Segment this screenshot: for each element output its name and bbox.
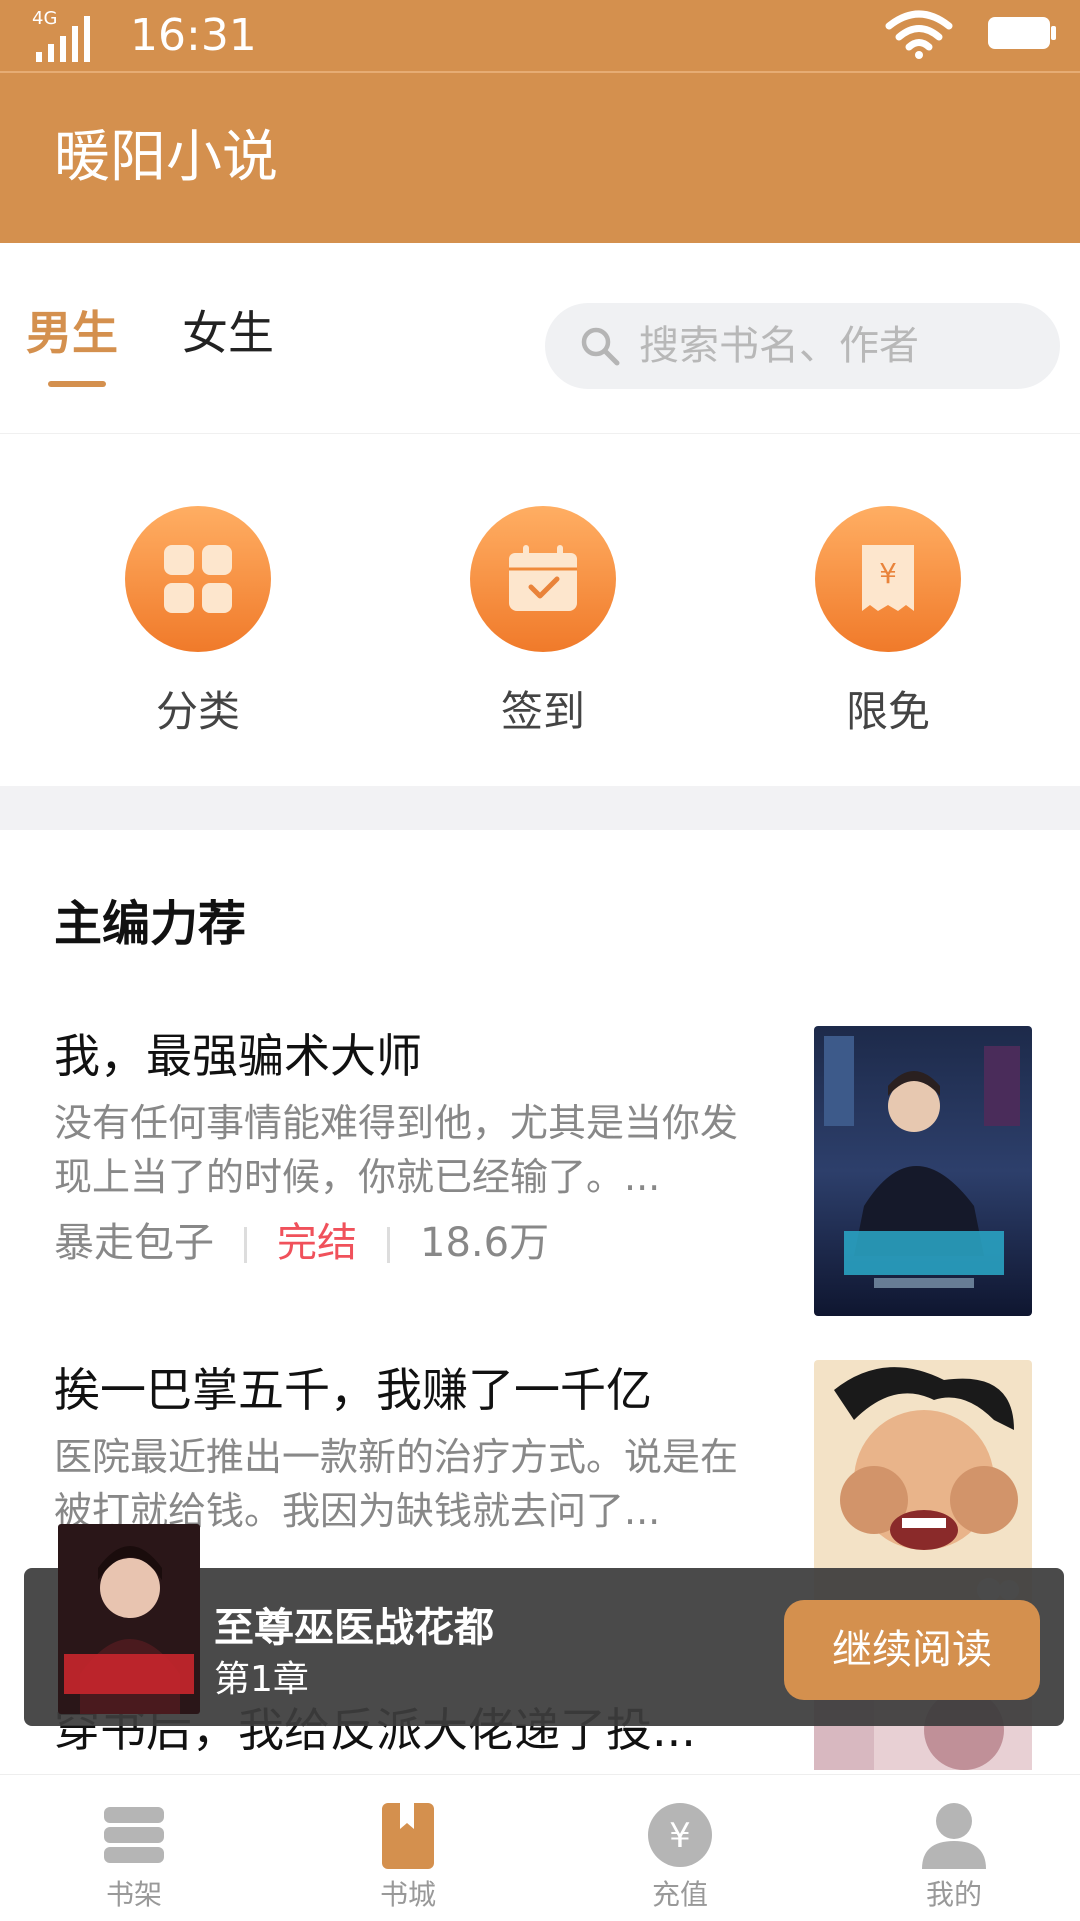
book-author: 暴走包子 [54, 1220, 214, 1266]
svg-text:¥: ¥ [669, 1816, 691, 1856]
grid-icon [164, 545, 232, 613]
category-button[interactable] [125, 506, 271, 652]
entry-label-free: 限免 [845, 687, 930, 736]
signal-icon: 4G [32, 8, 90, 62]
entry-free[interactable]: ¥ 限免 [800, 506, 980, 756]
continue-book-title: 至尊巫医战花都 [214, 1605, 494, 1651]
gender-tabs-bar: 男生 女生 搜索书名、作者 [0, 243, 1080, 434]
nav-label-recharge: 充值 [651, 1878, 708, 1911]
entry-category[interactable]: 分类 [110, 506, 290, 756]
app-title: 暖阳小说 [54, 125, 278, 190]
tab-female[interactable]: 女生 [182, 303, 274, 363]
calendar-check-icon [509, 545, 577, 611]
book-description: 医院最近推出一款新的治疗方式。说是在被打就给钱。我因为缺钱就去问了... [54, 1435, 739, 1533]
book-description: 没有任何事情能难得到他，尤其是当你发现上当了的时候，你就已经输了。... [54, 1101, 739, 1199]
book-cover[interactable] [814, 1026, 1032, 1316]
meta-separator [244, 1227, 247, 1263]
book-word-count: 18.6万 [420, 1220, 550, 1266]
bottom-nav: 书架 书城 ¥ 充值 我的 [0, 1774, 1080, 1921]
wifi-icon [885, 10, 953, 59]
search-placeholder: 搜索书名、作者 [639, 323, 919, 369]
book-item[interactable]: 我，最强骗术大师 没有任何事情能难得到他，尤其是当你发现上当了的时候，你就已经输… [0, 1026, 1080, 1326]
nav-profile[interactable]: 我的 [854, 1775, 1054, 1921]
nav-recharge[interactable]: ¥ 充值 [580, 1775, 780, 1921]
nav-label-bookstore: 书城 [379, 1878, 436, 1911]
book-title: 我，最强骗术大师 [54, 1029, 422, 1083]
book-status: 完结 [277, 1220, 357, 1266]
continue-chapter: 第1章 [214, 1659, 309, 1700]
book-meta: 暴走包子 完结 18.6万 [54, 1216, 549, 1270]
quick-entries: 分类 签到 ¥ 限免 [0, 434, 1080, 786]
status-time: 16:31 [130, 10, 257, 61]
continue-reading-button[interactable]: 继续阅读 [784, 1600, 1040, 1700]
nav-bookstore[interactable]: 书城 [308, 1775, 508, 1921]
book-title: 挨一巴掌五千，我赚了一千亿 [54, 1363, 652, 1417]
app-header: 暖阳小说 [0, 73, 1080, 243]
svg-text:¥: ¥ [879, 557, 897, 590]
search-icon [581, 327, 620, 366]
battery-icon [988, 17, 1056, 49]
continue-book-cover[interactable] [58, 1524, 200, 1714]
nav-label-bookshelf: 书架 [105, 1878, 162, 1911]
tab-male[interactable]: 男生 [26, 303, 118, 363]
yuan-receipt-icon: ¥ [862, 545, 914, 611]
checkin-button[interactable] [470, 506, 616, 652]
bookshelf-icon [104, 1807, 164, 1863]
yuan-coin-icon: ¥ [648, 1803, 712, 1867]
active-tab-indicator [48, 381, 106, 387]
status-bar: 4G 16:31 [0, 0, 1080, 73]
bookstore-icon [382, 1803, 434, 1869]
entry-label-category: 分类 [155, 687, 240, 736]
nav-label-profile: 我的 [925, 1878, 982, 1911]
search-input[interactable]: 搜索书名、作者 [545, 303, 1060, 389]
user-icon [922, 1803, 986, 1869]
entry-checkin[interactable]: 签到 [455, 506, 635, 756]
section-divider [0, 786, 1080, 830]
svg-text:4G: 4G [32, 8, 57, 29]
section-title: 主编力荐 [54, 896, 247, 952]
meta-separator [387, 1227, 390, 1263]
free-button[interactable]: ¥ [815, 506, 961, 652]
nav-bookshelf[interactable]: 书架 [34, 1775, 234, 1921]
continue-reading-bar[interactable]: 至尊巫医战花都 第1章 继续阅读 [24, 1524, 1064, 1726]
entry-label-checkin: 签到 [500, 687, 585, 736]
